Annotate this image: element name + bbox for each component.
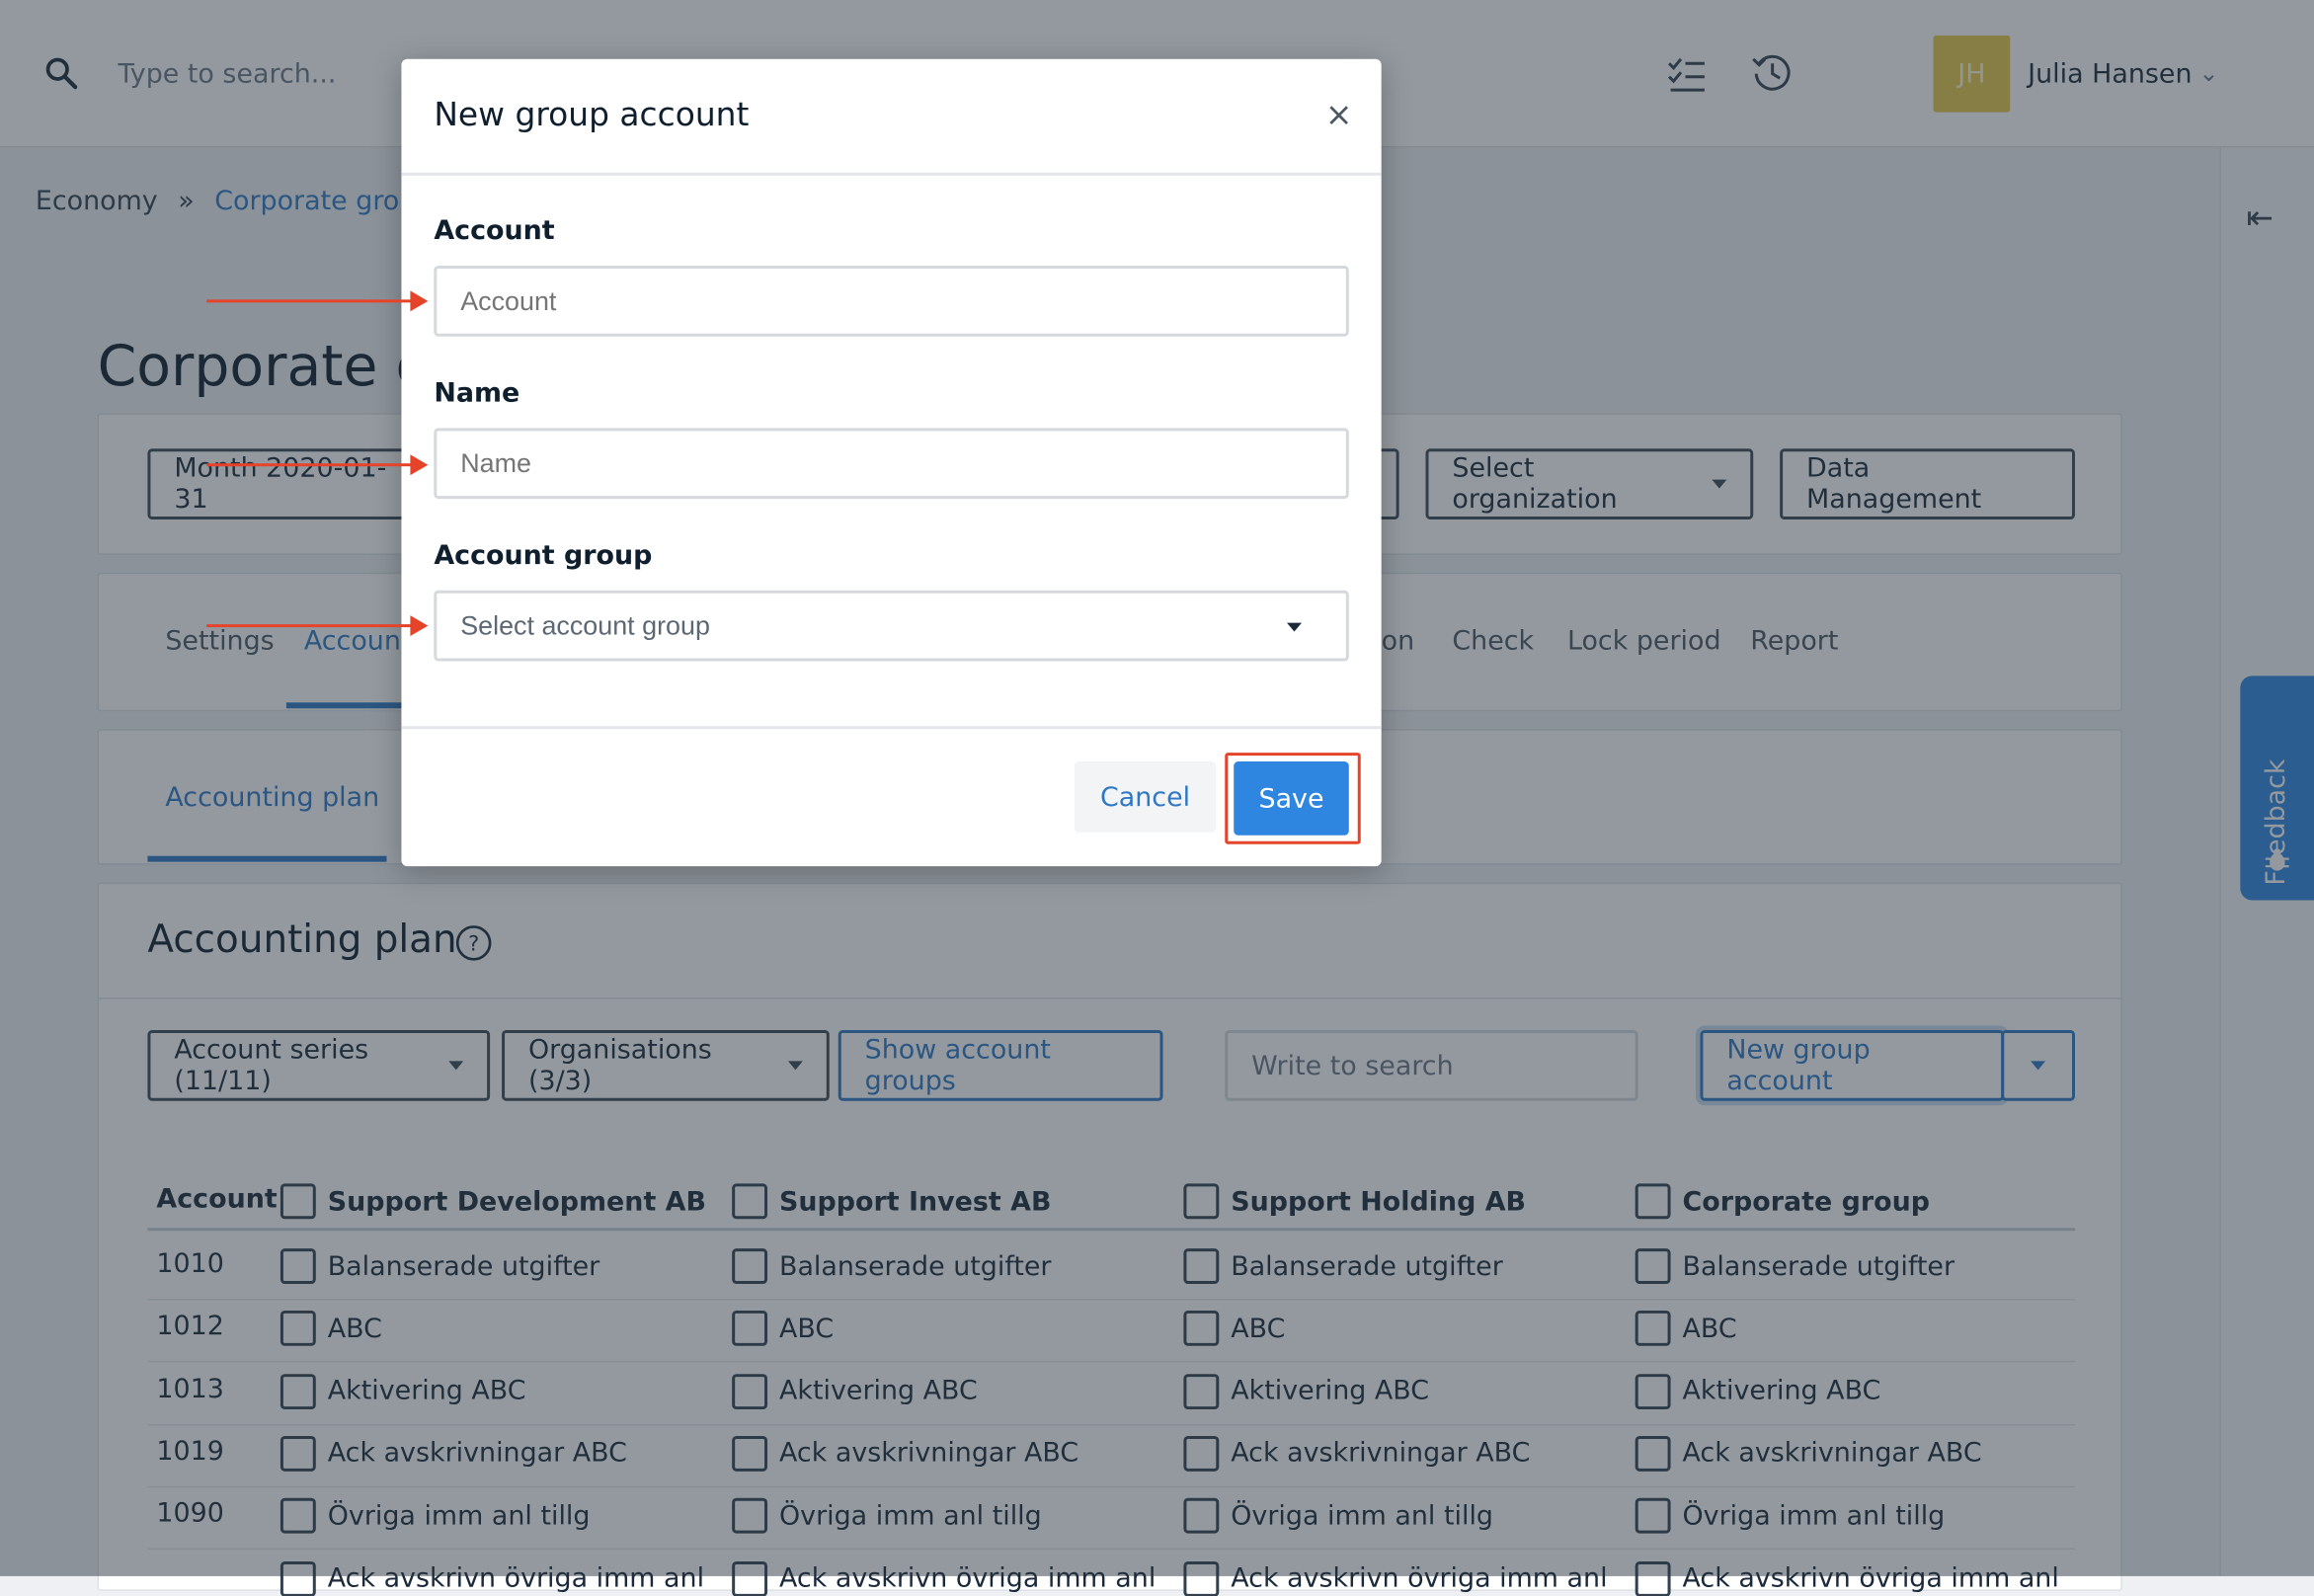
new-group-account-modal: New group account × Account Name Account… — [401, 58, 1382, 867]
account-field-label: Account — [434, 215, 555, 247]
annotation-arrow-account — [206, 299, 414, 303]
caret-down-icon — [1287, 622, 1302, 632]
close-icon[interactable]: × — [1325, 98, 1353, 134]
save-highlight-annotation — [1225, 753, 1361, 844]
name-field-label: Name — [434, 377, 520, 409]
annotation-arrowhead-name — [410, 454, 429, 476]
annotation-arrowhead-account — [410, 290, 429, 312]
name-input[interactable] — [434, 428, 1349, 500]
account-group-select[interactable]: Select account group — [434, 590, 1349, 662]
annotation-arrowhead-group — [410, 615, 429, 637]
modal-header-divider — [401, 172, 1382, 176]
account-group-field-label: Account group — [434, 539, 653, 572]
modal-footer-divider — [401, 726, 1382, 730]
modal-title: New group account — [434, 97, 750, 134]
annotation-arrow-name — [206, 463, 414, 467]
cancel-button[interactable]: Cancel — [1074, 761, 1217, 833]
annotation-arrow-group — [206, 624, 414, 628]
app-canvas: Type to search... JH Julia Hansen ⌄ Econ… — [0, 0, 2314, 1596]
account-group-placeholder: Select account group — [460, 609, 710, 640]
account-input[interactable] — [434, 265, 1349, 337]
